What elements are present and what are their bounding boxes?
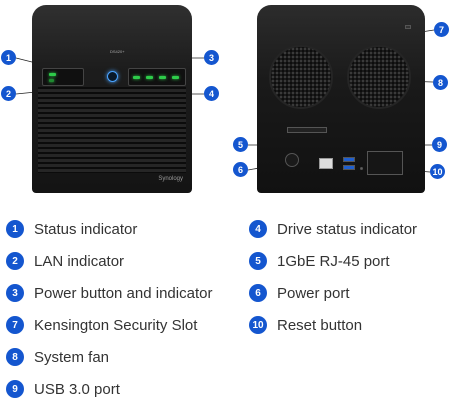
legend-item-5: 5 1GbE RJ-45 port [249, 251, 390, 271]
legend-item-10: 10 Reset button [249, 315, 362, 335]
status-panel [42, 68, 84, 86]
legend-num: 7 [6, 316, 24, 334]
callout-10: 10 [430, 164, 445, 179]
callout-4: 4 [204, 86, 219, 101]
callout-2: 2 [1, 86, 16, 101]
drive-led-2 [146, 76, 153, 79]
legend-item-7: 7 Kensington Security Slot [6, 315, 197, 335]
drive-status-panel [128, 68, 186, 86]
front-grille [38, 87, 186, 173]
callout-7: 7 [434, 22, 449, 37]
legend-item-1: 1 Status indicator [6, 219, 137, 239]
legend-num: 4 [249, 220, 267, 238]
drive-led-4 [172, 76, 179, 79]
nas-back-view [257, 5, 425, 193]
legend-item-3: 3 Power button and indicator [6, 283, 212, 303]
callout-8: 8 [433, 75, 448, 90]
drive-led-3 [159, 76, 166, 79]
legend-num: 10 [249, 316, 267, 334]
legend-label: Power button and indicator [34, 284, 213, 302]
legend-num: 1 [6, 220, 24, 238]
legend-num: 8 [6, 348, 24, 366]
callout-3: 3 [204, 50, 219, 65]
usb-port-2 [343, 165, 355, 170]
power-button[interactable] [107, 71, 118, 82]
drive-led-1 [133, 76, 140, 79]
kensington-slot [405, 25, 411, 29]
legend-label: Kensington Security Slot [34, 316, 198, 334]
legend-num: 5 [249, 252, 267, 270]
legend-item-9: 9 USB 3.0 port [6, 379, 120, 399]
legend-num: 6 [249, 284, 267, 302]
legend-label: System fan [34, 348, 110, 366]
legend-label: Status indicator [34, 220, 138, 238]
lan-led [49, 79, 54, 82]
legend-item-8: 8 System fan [6, 347, 109, 367]
legend-item-6: 6 Power port [249, 283, 350, 303]
legend-num: 3 [6, 284, 24, 302]
vent-slot [287, 127, 327, 133]
legend-num: 2 [6, 252, 24, 270]
legend-item-4: 4 Drive status indicator [249, 219, 417, 239]
power-port [285, 153, 299, 167]
nas-front-view: DS420+ Synology [32, 5, 192, 193]
legend-label: 1GbE RJ-45 port [277, 252, 390, 270]
legend-label: LAN indicator [34, 252, 125, 270]
legend-label: Power port [277, 284, 350, 302]
usb-port-1 [343, 157, 355, 162]
system-fan-left [269, 45, 333, 109]
legend-item-2: 2 LAN indicator [6, 251, 124, 271]
model-label: DS420+ [110, 49, 125, 54]
rj45-port [319, 158, 333, 169]
callout-1: 1 [1, 50, 16, 65]
legend-label: Drive status indicator [277, 220, 418, 238]
reset-button[interactable] [360, 167, 363, 170]
legend-label: USB 3.0 port [34, 380, 120, 398]
system-fan-right [347, 45, 411, 109]
callout-5: 5 [233, 137, 248, 152]
status-led [49, 73, 56, 76]
callout-6: 6 [233, 162, 248, 177]
brand-logo: Synology [158, 176, 183, 182]
legend-label: Reset button [277, 316, 363, 334]
legend-num: 9 [6, 380, 24, 398]
expansion-cover [367, 151, 403, 175]
callout-9: 9 [432, 137, 447, 152]
